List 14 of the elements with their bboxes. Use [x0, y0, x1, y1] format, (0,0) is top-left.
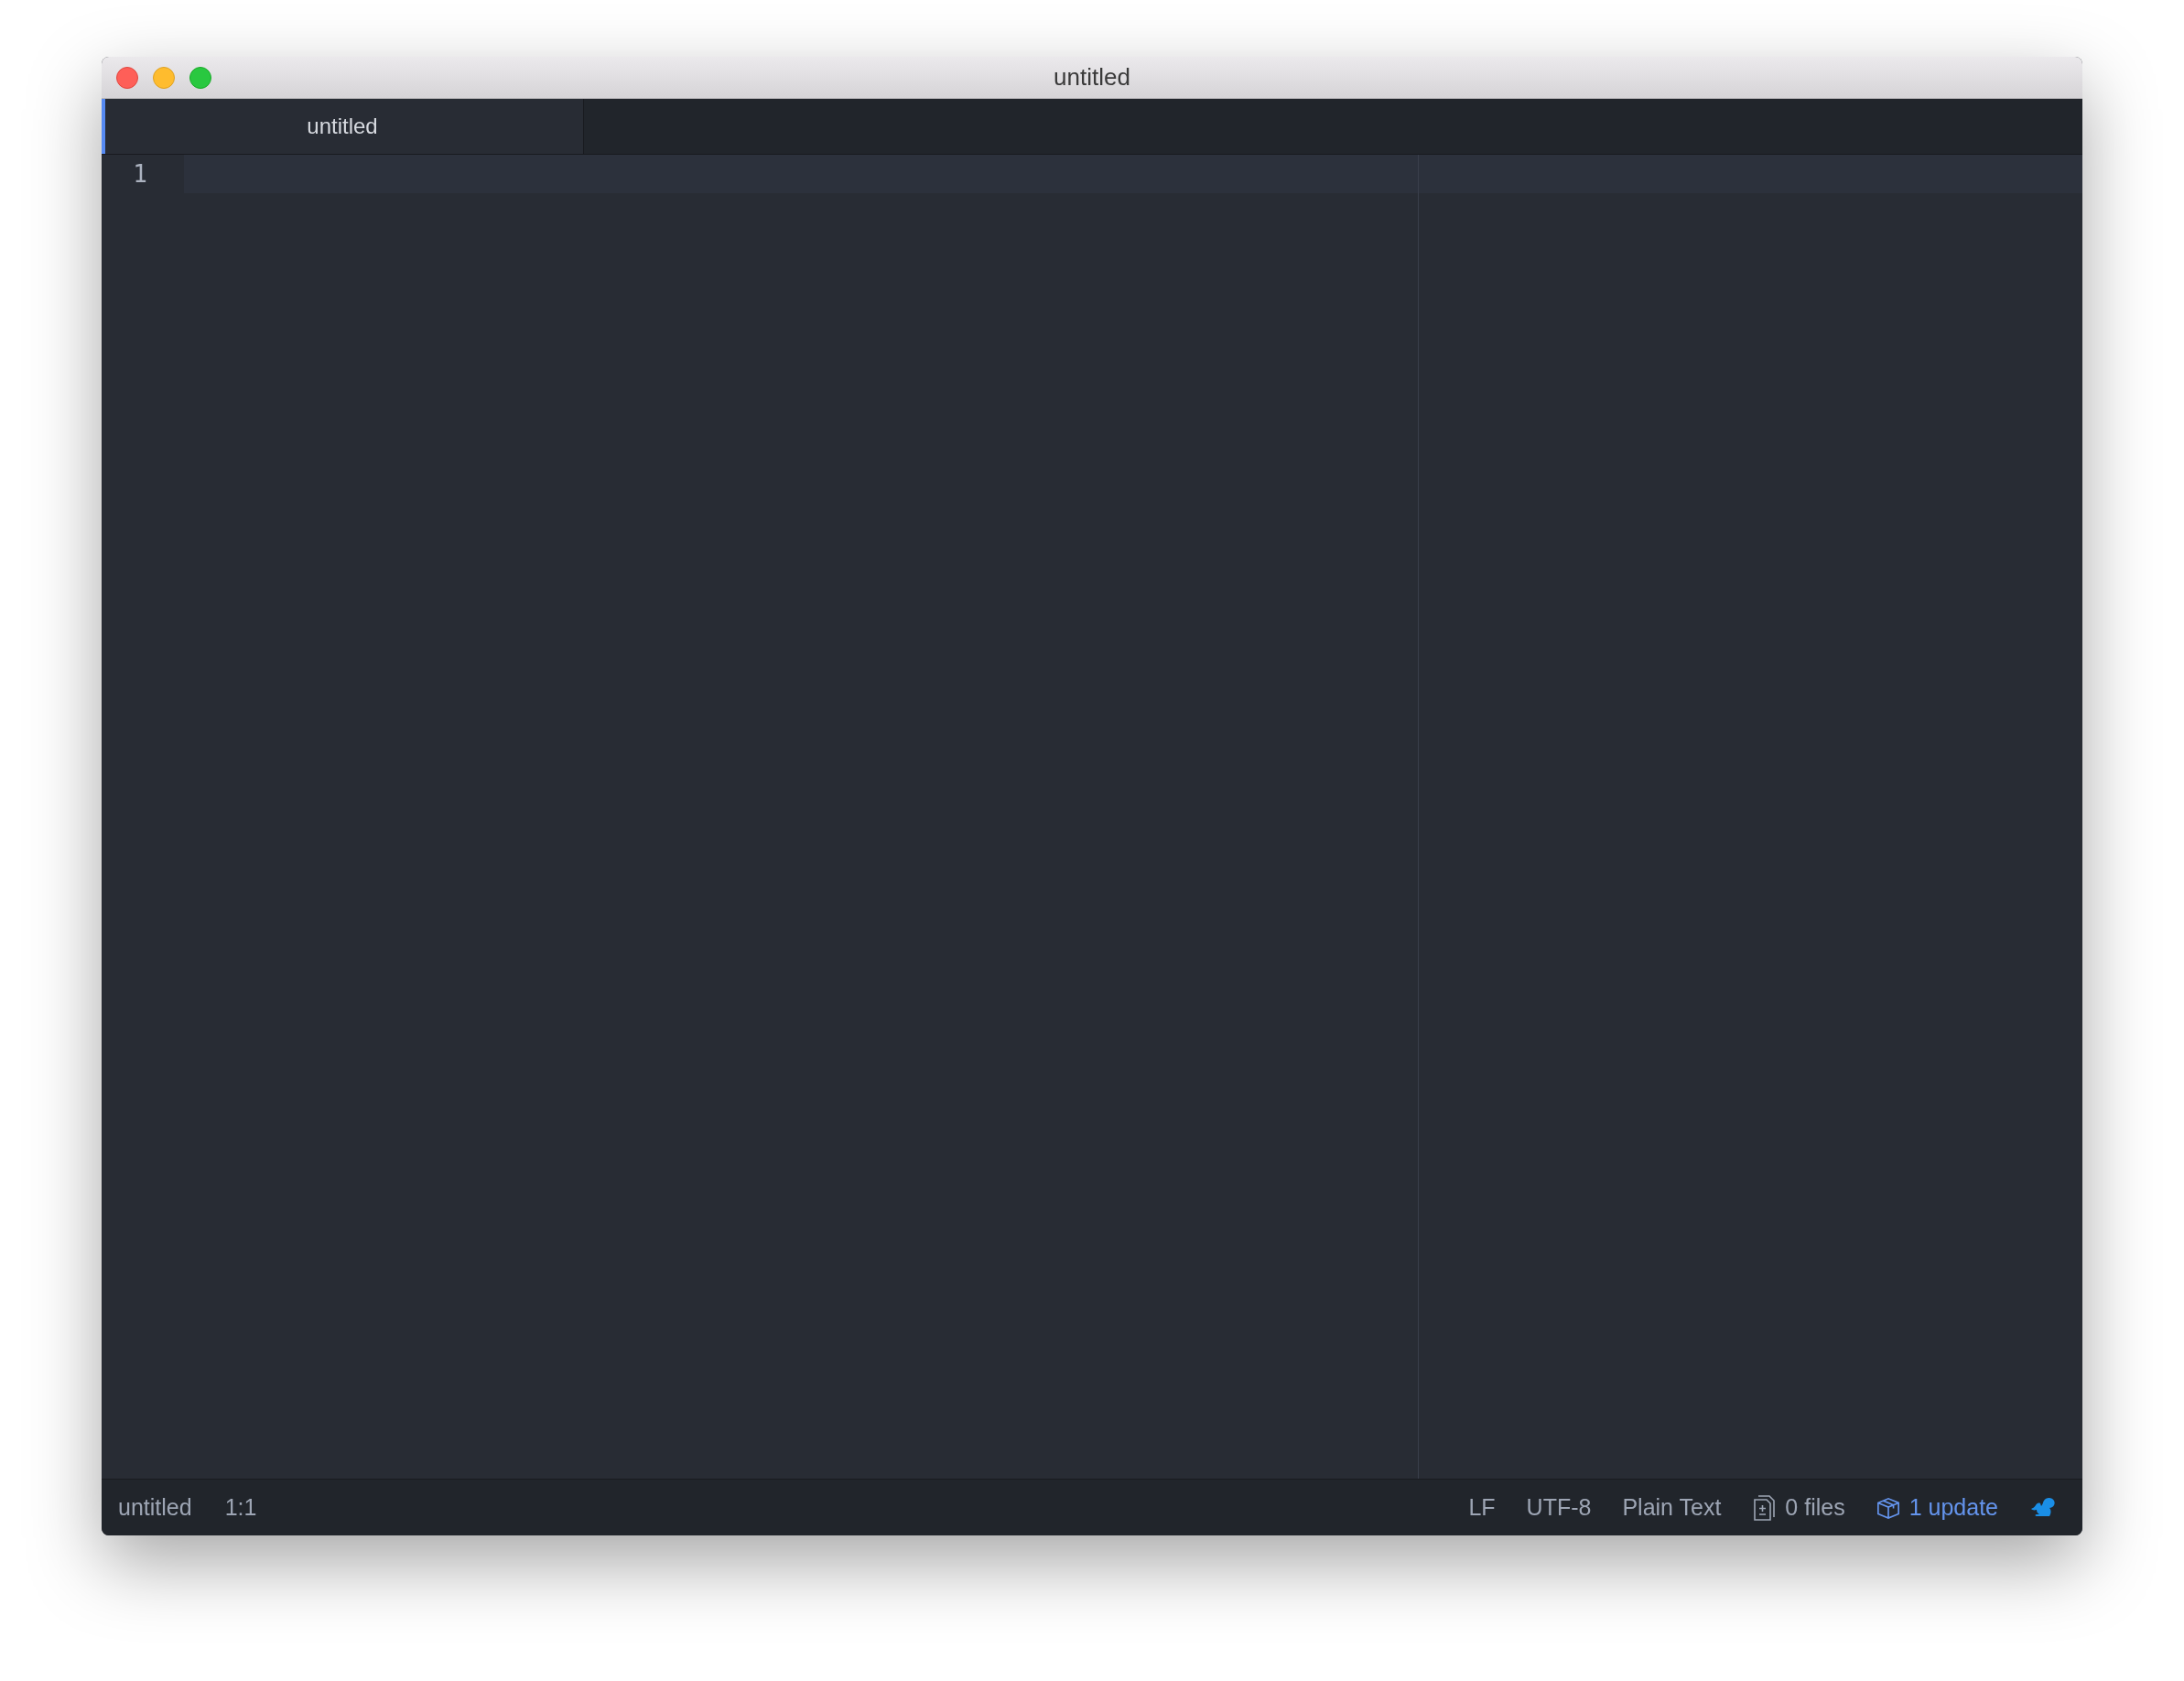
tab[interactable]: untitled: [102, 99, 584, 154]
status-item[interactable]: Plain Text: [1622, 1494, 1722, 1521]
status-item[interactable]: 1:1: [224, 1494, 257, 1521]
close-icon[interactable]: [116, 66, 138, 89]
line-number: 1: [132, 159, 148, 190]
minimize-icon[interactable]: [153, 66, 175, 89]
status-item[interactable]: untitled: [118, 1494, 192, 1521]
status-item[interactable]: UTF-8: [1526, 1494, 1592, 1521]
window-title: untitled: [1054, 63, 1130, 92]
update-link[interactable]: 1 update: [1908, 1494, 1998, 1521]
status-item[interactable]: LF: [1468, 1494, 1496, 1521]
zoom-icon[interactable]: [189, 66, 211, 89]
files-count[interactable]: 0 files: [1785, 1494, 1845, 1521]
file-diff-icon[interactable]: [1752, 1494, 1777, 1521]
